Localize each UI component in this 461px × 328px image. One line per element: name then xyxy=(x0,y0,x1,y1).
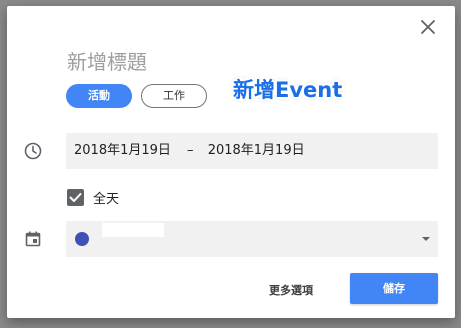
all-day-checkbox[interactable] xyxy=(67,189,84,206)
chevron-down-icon[interactable] xyxy=(422,237,430,241)
clock-icon xyxy=(23,141,43,161)
calendar-select[interactable] xyxy=(66,221,438,257)
calendar-name xyxy=(102,223,164,237)
calendar-icon xyxy=(23,229,43,249)
date-range-field[interactable]: 2018年1月19日 – 2018年1月19日 xyxy=(66,133,438,169)
event-title-input[interactable] xyxy=(67,48,297,76)
start-date[interactable]: 2018年1月19日 xyxy=(74,143,171,158)
close-icon[interactable] xyxy=(419,18,437,36)
overlay-caption: 新增Event xyxy=(233,78,343,102)
tab-event[interactable]: 活動 xyxy=(66,84,132,108)
more-options-button[interactable]: 更多選項 xyxy=(269,282,313,298)
date-separator: – xyxy=(187,143,194,158)
save-button[interactable]: 儲存 xyxy=(350,273,438,304)
calendar-color-dot xyxy=(75,232,89,246)
end-date[interactable]: 2018年1月19日 xyxy=(208,143,305,158)
all-day-label: 全天 xyxy=(93,192,120,207)
tab-task[interactable]: 工作 xyxy=(141,84,207,108)
create-event-dialog: 活動 工作 新增Event 2018年1月19日 – 2018年1月19日 全天… xyxy=(7,6,455,318)
